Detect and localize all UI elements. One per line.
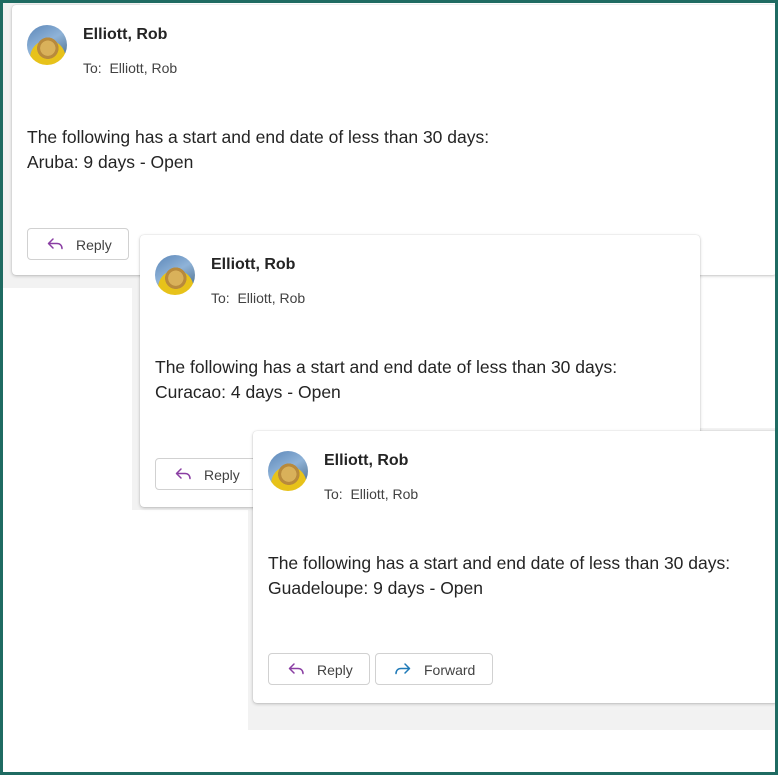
message-body-line: The following has a start and end date o… [27, 127, 490, 147]
reply-icon [288, 663, 304, 675]
reply-button[interactable]: Reply [155, 458, 257, 490]
reply-button-label: Reply [204, 467, 240, 483]
reply-button-label: Reply [317, 662, 353, 678]
message-body-line: Guadeloupe: 9 days - Open [268, 578, 484, 598]
avatar[interactable] [268, 451, 308, 491]
reply-icon [47, 238, 63, 250]
reply-button[interactable]: Reply [27, 228, 129, 260]
reply-button-label: Reply [76, 237, 112, 253]
message-body-line: The following has a start and end date o… [155, 357, 618, 377]
reply-icon [175, 468, 191, 480]
message-body-line: Aruba: 9 days - Open [27, 152, 194, 172]
reply-button[interactable]: Reply [268, 653, 370, 685]
avatar[interactable] [155, 255, 195, 295]
sender-name: Elliott, Rob [83, 26, 168, 43]
message-body-line: The following has a start and end date o… [268, 553, 731, 573]
forward-icon [395, 663, 411, 675]
recipient-line: To: Elliott, Rob [324, 486, 419, 502]
message-card-3: Elliott, Rob To: Elliott, Rob The follow… [253, 431, 778, 703]
recipient-line: To: Elliott, Rob [211, 290, 306, 306]
forward-button[interactable]: Forward [375, 653, 493, 685]
forward-button-label: Forward [424, 662, 476, 678]
message-body-line: Curacao: 4 days - Open [155, 382, 341, 402]
sender-name: Elliott, Rob [324, 452, 409, 469]
recipient-line: To: Elliott, Rob [83, 60, 178, 76]
sender-name: Elliott, Rob [211, 256, 296, 273]
avatar[interactable] [27, 25, 67, 65]
